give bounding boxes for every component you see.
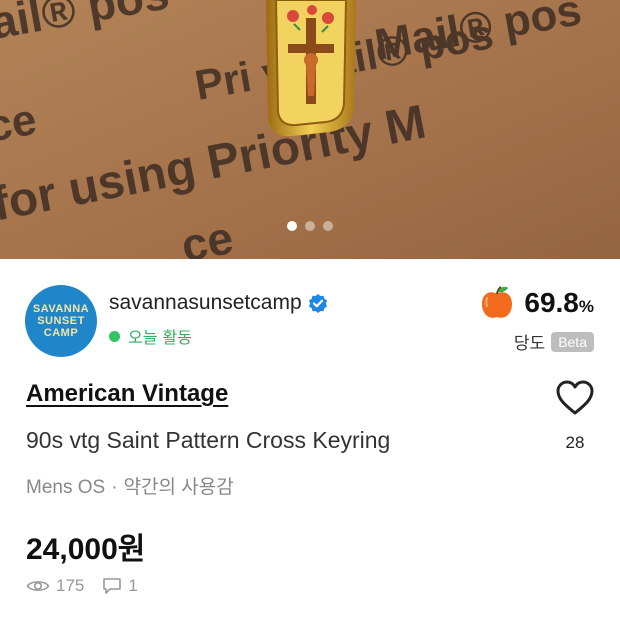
carousel-dot-1[interactable]	[287, 221, 297, 231]
chat-count: 1	[128, 576, 138, 595]
score-value: 69.8%	[524, 287, 594, 318]
seller-activity: 오늘 활동	[109, 324, 192, 348]
heart-icon[interactable]	[555, 380, 595, 416]
meta-separator: ·	[111, 477, 118, 498]
score-unit: %	[578, 297, 594, 316]
seller-avatar[interactable]: SAVANNA SUNSET CAMP	[25, 285, 97, 357]
cross-keyring-pendant	[266, 0, 356, 137]
carousel-dot-2[interactable]	[305, 221, 315, 231]
avatar-line-2: SUNSET	[37, 315, 85, 327]
chat-icon	[103, 578, 122, 594]
carousel-dot-3[interactable]	[323, 221, 333, 231]
product-title: 90s vtg Saint Pattern Cross Keyring	[26, 427, 391, 453]
product-photo[interactable]: ail® pos Mail® pos Pri y Mail® pos ce fo…	[0, 0, 620, 259]
seller-name[interactable]: savannasunsetcamp	[109, 291, 302, 315]
carousel-indicators[interactable]	[0, 221, 620, 233]
sweetness-score[interactable]: 69.8%	[478, 284, 594, 322]
like-count: 28	[565, 433, 585, 452]
beta-badge: Beta	[551, 331, 594, 352]
online-status-dot-icon	[109, 330, 120, 342]
view-count: 175	[56, 576, 85, 595]
apple-icon	[482, 286, 513, 318]
product-stats: 175 1	[26, 576, 138, 596]
eye-icon	[26, 581, 50, 591]
avatar-line-1: SAVANNA	[32, 303, 90, 315]
score-label: 당도	[513, 334, 546, 354]
brand-link[interactable]: American Vintage	[26, 380, 228, 408]
product-meta: Mens OS · 약간의 사용감	[26, 472, 234, 499]
verified-badge-icon	[308, 294, 327, 313]
avatar-line-3: CAMP	[43, 327, 79, 339]
activity-label: 오늘 활동	[128, 328, 192, 347]
product-condition: 약간의 사용감	[123, 477, 234, 498]
product-price: 24,000원	[26, 533, 146, 566]
box-print-text: ce	[177, 211, 237, 259]
product-category[interactable]: Mens OS	[26, 477, 105, 498]
score-caption: 당도 Beta	[514, 329, 594, 354]
seller-name-row[interactable]: savannasunsetcamp	[109, 291, 328, 315]
